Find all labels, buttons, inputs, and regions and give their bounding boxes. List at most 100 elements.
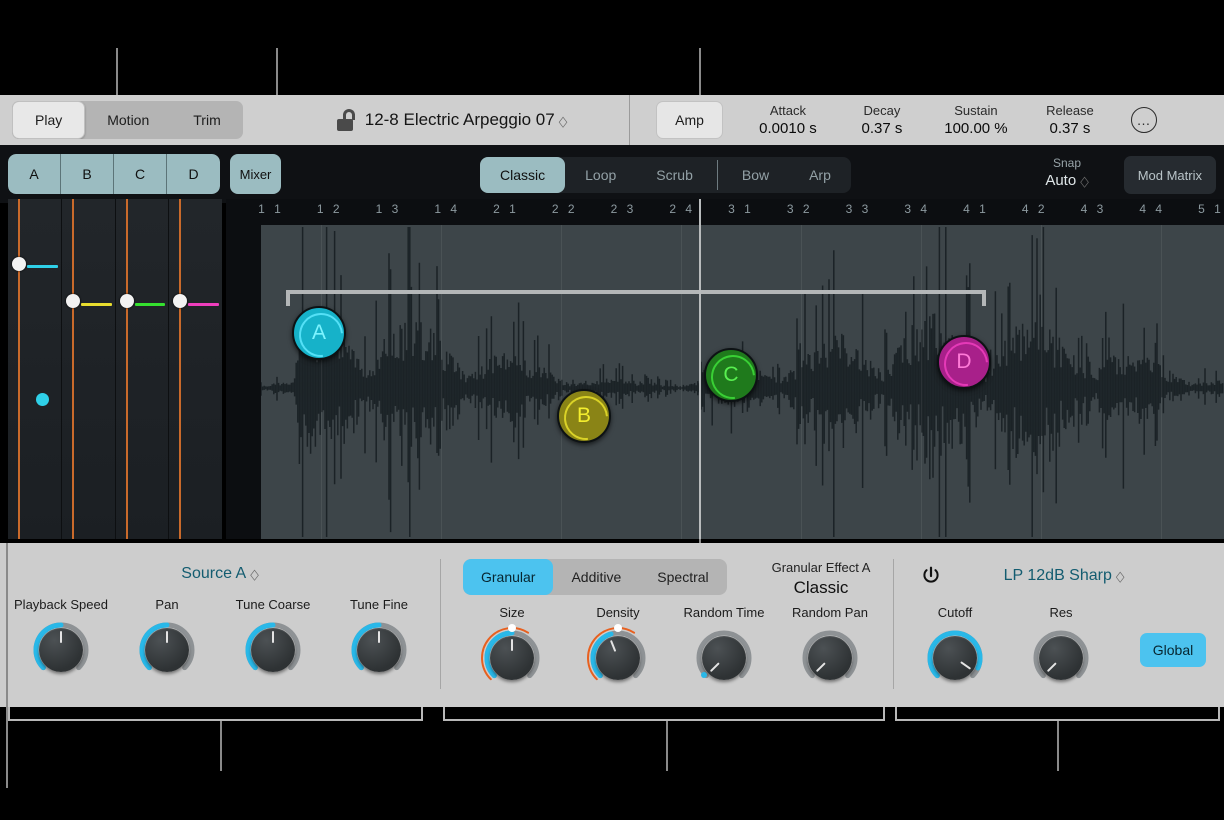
mixer-strip-a-level <box>27 265 58 269</box>
snap-control[interactable]: Snap Auto ◇ <box>1024 155 1110 192</box>
knob-size[interactable]: Size <box>459 605 565 690</box>
source-button-c[interactable]: C <box>114 154 167 194</box>
knob-random-pan-dial[interactable] <box>798 626 862 690</box>
waveform-area[interactable]: 1 1 1 2 1 3 1 4 2 1 2 2 2 3 2 4 3 1 3 2 3 3 3 4 4 1 4… <box>226 199 1224 539</box>
engine-tab-granular[interactable]: Granular <box>463 559 554 595</box>
envelope-decay[interactable]: Decay 0.37 s <box>835 102 929 139</box>
loop-range-bar[interactable] <box>286 290 986 294</box>
knob-mod-dot[interactable] <box>614 624 622 632</box>
attack-label: Attack <box>769 102 807 118</box>
tab-play[interactable]: Play <box>12 101 86 139</box>
mixer-button[interactable]: Mixer <box>230 154 281 194</box>
knob-random-time[interactable]: Random Time <box>671 605 777 690</box>
loop-start-handle[interactable] <box>286 290 290 306</box>
source-button-d[interactable]: D <box>167 154 220 194</box>
play-mode-arp[interactable]: Arp <box>789 157 851 193</box>
filter-type-selector[interactable]: LP 12dB Sharp ◇ <box>954 567 1174 585</box>
envelope-release[interactable]: Release 0.37 s <box>1023 102 1117 139</box>
knob-pan[interactable]: Pan <box>114 597 220 682</box>
source-section-title[interactable]: Source A ◇ <box>0 565 440 583</box>
more-options-icon[interactable]: … <box>1130 107 1157 133</box>
play-mode-loop[interactable]: Loop <box>565 157 636 193</box>
callout-line-filter-section <box>1057 721 1059 771</box>
patch-name[interactable]: 12-8 Electric Arpeggio 07 ◇ <box>365 110 567 130</box>
timeline-ruler[interactable]: 1 1 1 2 1 3 1 4 2 1 2 2 2 3 2 4 3 1 3 2 3 3 3 4 4 1 4… <box>226 199 1224 225</box>
sustain-value: 100.00 % <box>944 119 1008 137</box>
knob-density[interactable]: Density <box>565 605 671 690</box>
loop-end-handle[interactable] <box>982 290 986 306</box>
knob-cutoff[interactable]: Cutoff <box>902 605 1008 690</box>
callout-line-source-section <box>220 721 222 771</box>
mixer-strip-c-handle[interactable] <box>119 294 134 309</box>
engine-tab-additive[interactable]: Additive <box>553 559 639 595</box>
more-glyph: … <box>1136 112 1152 128</box>
knob-pan-dial[interactable] <box>135 618 199 682</box>
global-button[interactable]: Global <box>1140 633 1206 667</box>
patch-title-zone[interactable]: 12-8 Electric Arpeggio 07 ◇ <box>335 109 567 131</box>
ruler-tick: 3 3 <box>845 202 872 216</box>
granular-effect-readout[interactable]: Granular Effect A Classic <box>741 559 901 599</box>
zone-marker-c[interactable]: C <box>702 346 764 408</box>
ruler-tick: 1 4 <box>434 202 461 216</box>
mod-matrix-button[interactable]: Mod Matrix <box>1123 156 1216 194</box>
envelope-attack[interactable]: Attack 0.0010 s <box>741 102 835 139</box>
mixer-strip-c[interactable] <box>115 199 170 539</box>
mixer-strip-a[interactable] <box>8 199 62 539</box>
knob-random-time-dial[interactable] <box>692 626 756 690</box>
knob-tune-fine[interactable]: Tune Fine <box>326 597 432 682</box>
unlocked-padlock-icon[interactable] <box>335 109 355 131</box>
zone-marker-d[interactable]: D <box>935 333 997 395</box>
knob-playback-speed-dial[interactable] <box>29 618 93 682</box>
knob-res-dial[interactable] <box>1029 626 1093 690</box>
gridline <box>921 225 922 539</box>
playhead-line[interactable] <box>699 199 701 539</box>
knob-random-pan[interactable]: Random Pan <box>777 605 883 690</box>
source-button-b[interactable]: B <box>61 154 114 194</box>
tab-motion[interactable]: Motion <box>85 101 171 139</box>
decay-label: Decay <box>863 102 901 118</box>
play-mode-arp-label: Arp <box>809 167 831 183</box>
snap-label: Snap <box>1052 156 1082 170</box>
engine-tab-spectral[interactable]: Spectral <box>639 559 726 595</box>
knob-size-dial[interactable] <box>480 624 544 690</box>
source-title-chevron-icon: ◇ <box>250 567 259 583</box>
zone-marker-b[interactable]: B <box>555 387 617 449</box>
knob-mod-dot[interactable] <box>700 671 707 678</box>
amp-button[interactable]: Amp <box>656 101 723 139</box>
snap-value[interactable]: Auto ◇ <box>1024 171 1110 192</box>
zone-marker-d-label: D <box>956 350 972 373</box>
power-icon[interactable] <box>920 565 942 587</box>
gridline <box>561 225 562 539</box>
mixer-strip-a-handle[interactable] <box>12 256 26 271</box>
source-button-a[interactable]: A <box>8 154 61 194</box>
knob-tune-coarse[interactable]: Tune Coarse <box>220 597 326 682</box>
knob-res[interactable]: Res <box>1008 605 1114 690</box>
knob-playback-speed[interactable]: Playback Speed <box>8 597 114 682</box>
knob-tune-coarse-dial[interactable] <box>241 618 305 682</box>
engine-tab-group: Granular Additive Spectral <box>463 559 727 595</box>
tab-trim[interactable]: Trim <box>171 101 242 139</box>
mixer-strip-d[interactable] <box>169 199 222 539</box>
waveform-canvas[interactable]: A B C D <box>261 225 1224 539</box>
knob-density-dial[interactable] <box>586 624 650 690</box>
knob-cutoff-dial[interactable] <box>923 626 987 690</box>
power-glyph <box>923 566 939 583</box>
knob-mod-dot[interactable] <box>508 624 516 632</box>
play-mode-bow[interactable]: Bow <box>722 157 789 193</box>
mixer-strip-a-dot[interactable] <box>36 392 49 406</box>
snap-value-text: Auto <box>1045 172 1077 189</box>
mixer-strip-b[interactable] <box>61 199 116 539</box>
knob-pan-label: Pan <box>155 597 179 612</box>
play-mode-scrub[interactable]: Scrub <box>636 157 713 193</box>
envelope-sustain[interactable]: Sustain 100.00 % <box>929 102 1023 139</box>
zone-marker-a[interactable]: A <box>290 304 352 366</box>
knob-body <box>596 636 640 680</box>
knob-tune-fine-dial[interactable] <box>347 618 411 682</box>
mixer-strip-d-handle[interactable] <box>173 294 188 309</box>
ruler-tick: 3 4 <box>904 202 931 216</box>
knob-pointer <box>60 631 62 643</box>
play-mode-classic[interactable]: Classic <box>480 157 566 193</box>
knob-body <box>933 636 977 680</box>
mixer-strip-b-handle[interactable] <box>65 294 80 309</box>
knob-res-label: Res <box>1049 605 1073 620</box>
